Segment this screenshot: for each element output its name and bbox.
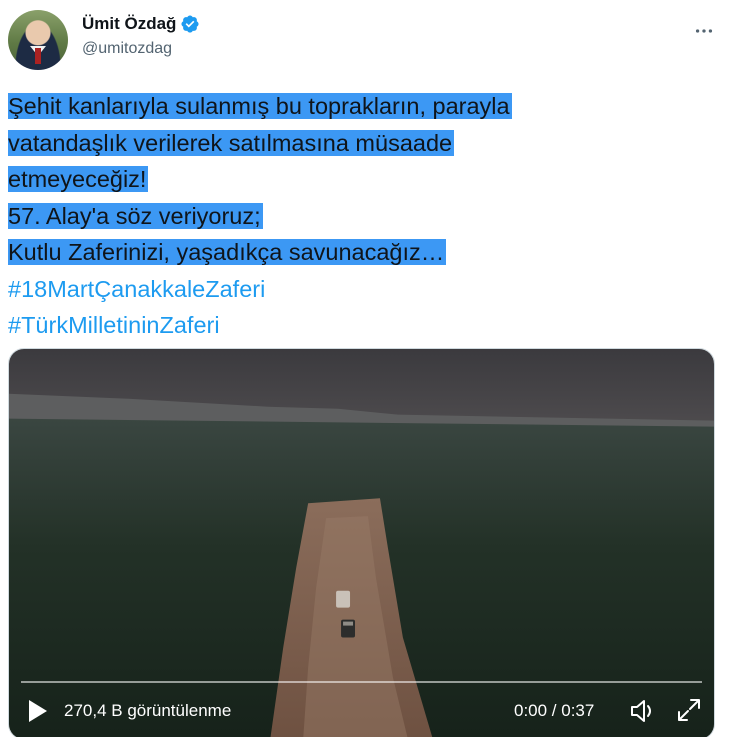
video-controls: 270,4 B görüntülenme 0:00 / 0:37 bbox=[9, 689, 714, 733]
tweet-line: etmeyeceğiz! bbox=[8, 166, 149, 192]
video-frame bbox=[9, 349, 714, 737]
tweet-line: vatandaşlık verilerek satılmasına müsaad… bbox=[8, 129, 455, 156]
verified-badge-icon bbox=[180, 14, 200, 34]
video-time: 0:00 / 0:37 bbox=[514, 701, 595, 720]
hashtag-link[interactable]: #18MartÇanakkaleZaferi bbox=[8, 276, 265, 302]
video-progress-bar[interactable] bbox=[21, 681, 702, 683]
author-info: Ümit Özdağ @umitozdag bbox=[82, 14, 200, 58]
tweet-line: 57. Alay'a söz veriyoruz; bbox=[8, 202, 263, 229]
play-icon[interactable] bbox=[25, 697, 51, 725]
hashtag-link[interactable]: #TürkMilletininZaferi bbox=[8, 312, 220, 338]
more-options-icon[interactable] bbox=[689, 16, 719, 46]
tweet-line: Kutlu Zaferinizi, yaşadıkça savunacağız… bbox=[8, 239, 447, 265]
display-name[interactable]: Ümit Özdağ bbox=[82, 14, 176, 34]
video-player[interactable]: 270,4 B görüntülenme 0:00 / 0:37 bbox=[8, 348, 715, 737]
avatar[interactable] bbox=[8, 10, 68, 70]
tweet-line: Şehit kanlarıyla sulanmış bu toprakların… bbox=[8, 93, 512, 119]
view-count: 270,4 B görüntülenme bbox=[64, 701, 232, 720]
tweet-header: Ümit Özdağ @umitozdag bbox=[8, 8, 719, 70]
tweet-text: Şehit kanlarıyla sulanmış bu toprakların… bbox=[8, 88, 708, 344]
volume-icon[interactable] bbox=[629, 698, 657, 724]
handle[interactable]: @umitozdag bbox=[82, 40, 200, 58]
fullscreen-icon[interactable] bbox=[676, 697, 702, 723]
